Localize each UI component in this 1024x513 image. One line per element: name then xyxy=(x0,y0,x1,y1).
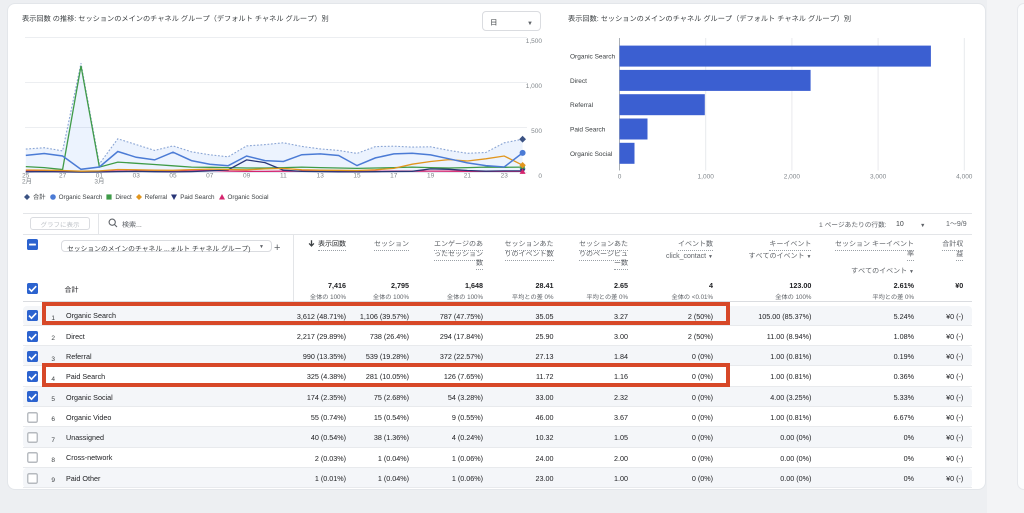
svg-text:2,000: 2,000 xyxy=(784,171,801,181)
svg-text:1,000: 1,000 xyxy=(698,171,715,181)
svg-text:Organic Social: Organic Social xyxy=(570,148,613,158)
svg-text:4,000: 4,000 xyxy=(956,171,973,181)
svg-text:Paid Search: Paid Search xyxy=(570,124,606,134)
svg-text:0: 0 xyxy=(618,171,622,181)
svg-text:3,000: 3,000 xyxy=(870,171,887,181)
svg-text:Organic Search: Organic Search xyxy=(570,51,616,61)
svg-text:Referral: Referral xyxy=(570,99,594,109)
svg-text:Direct: Direct xyxy=(570,75,587,85)
